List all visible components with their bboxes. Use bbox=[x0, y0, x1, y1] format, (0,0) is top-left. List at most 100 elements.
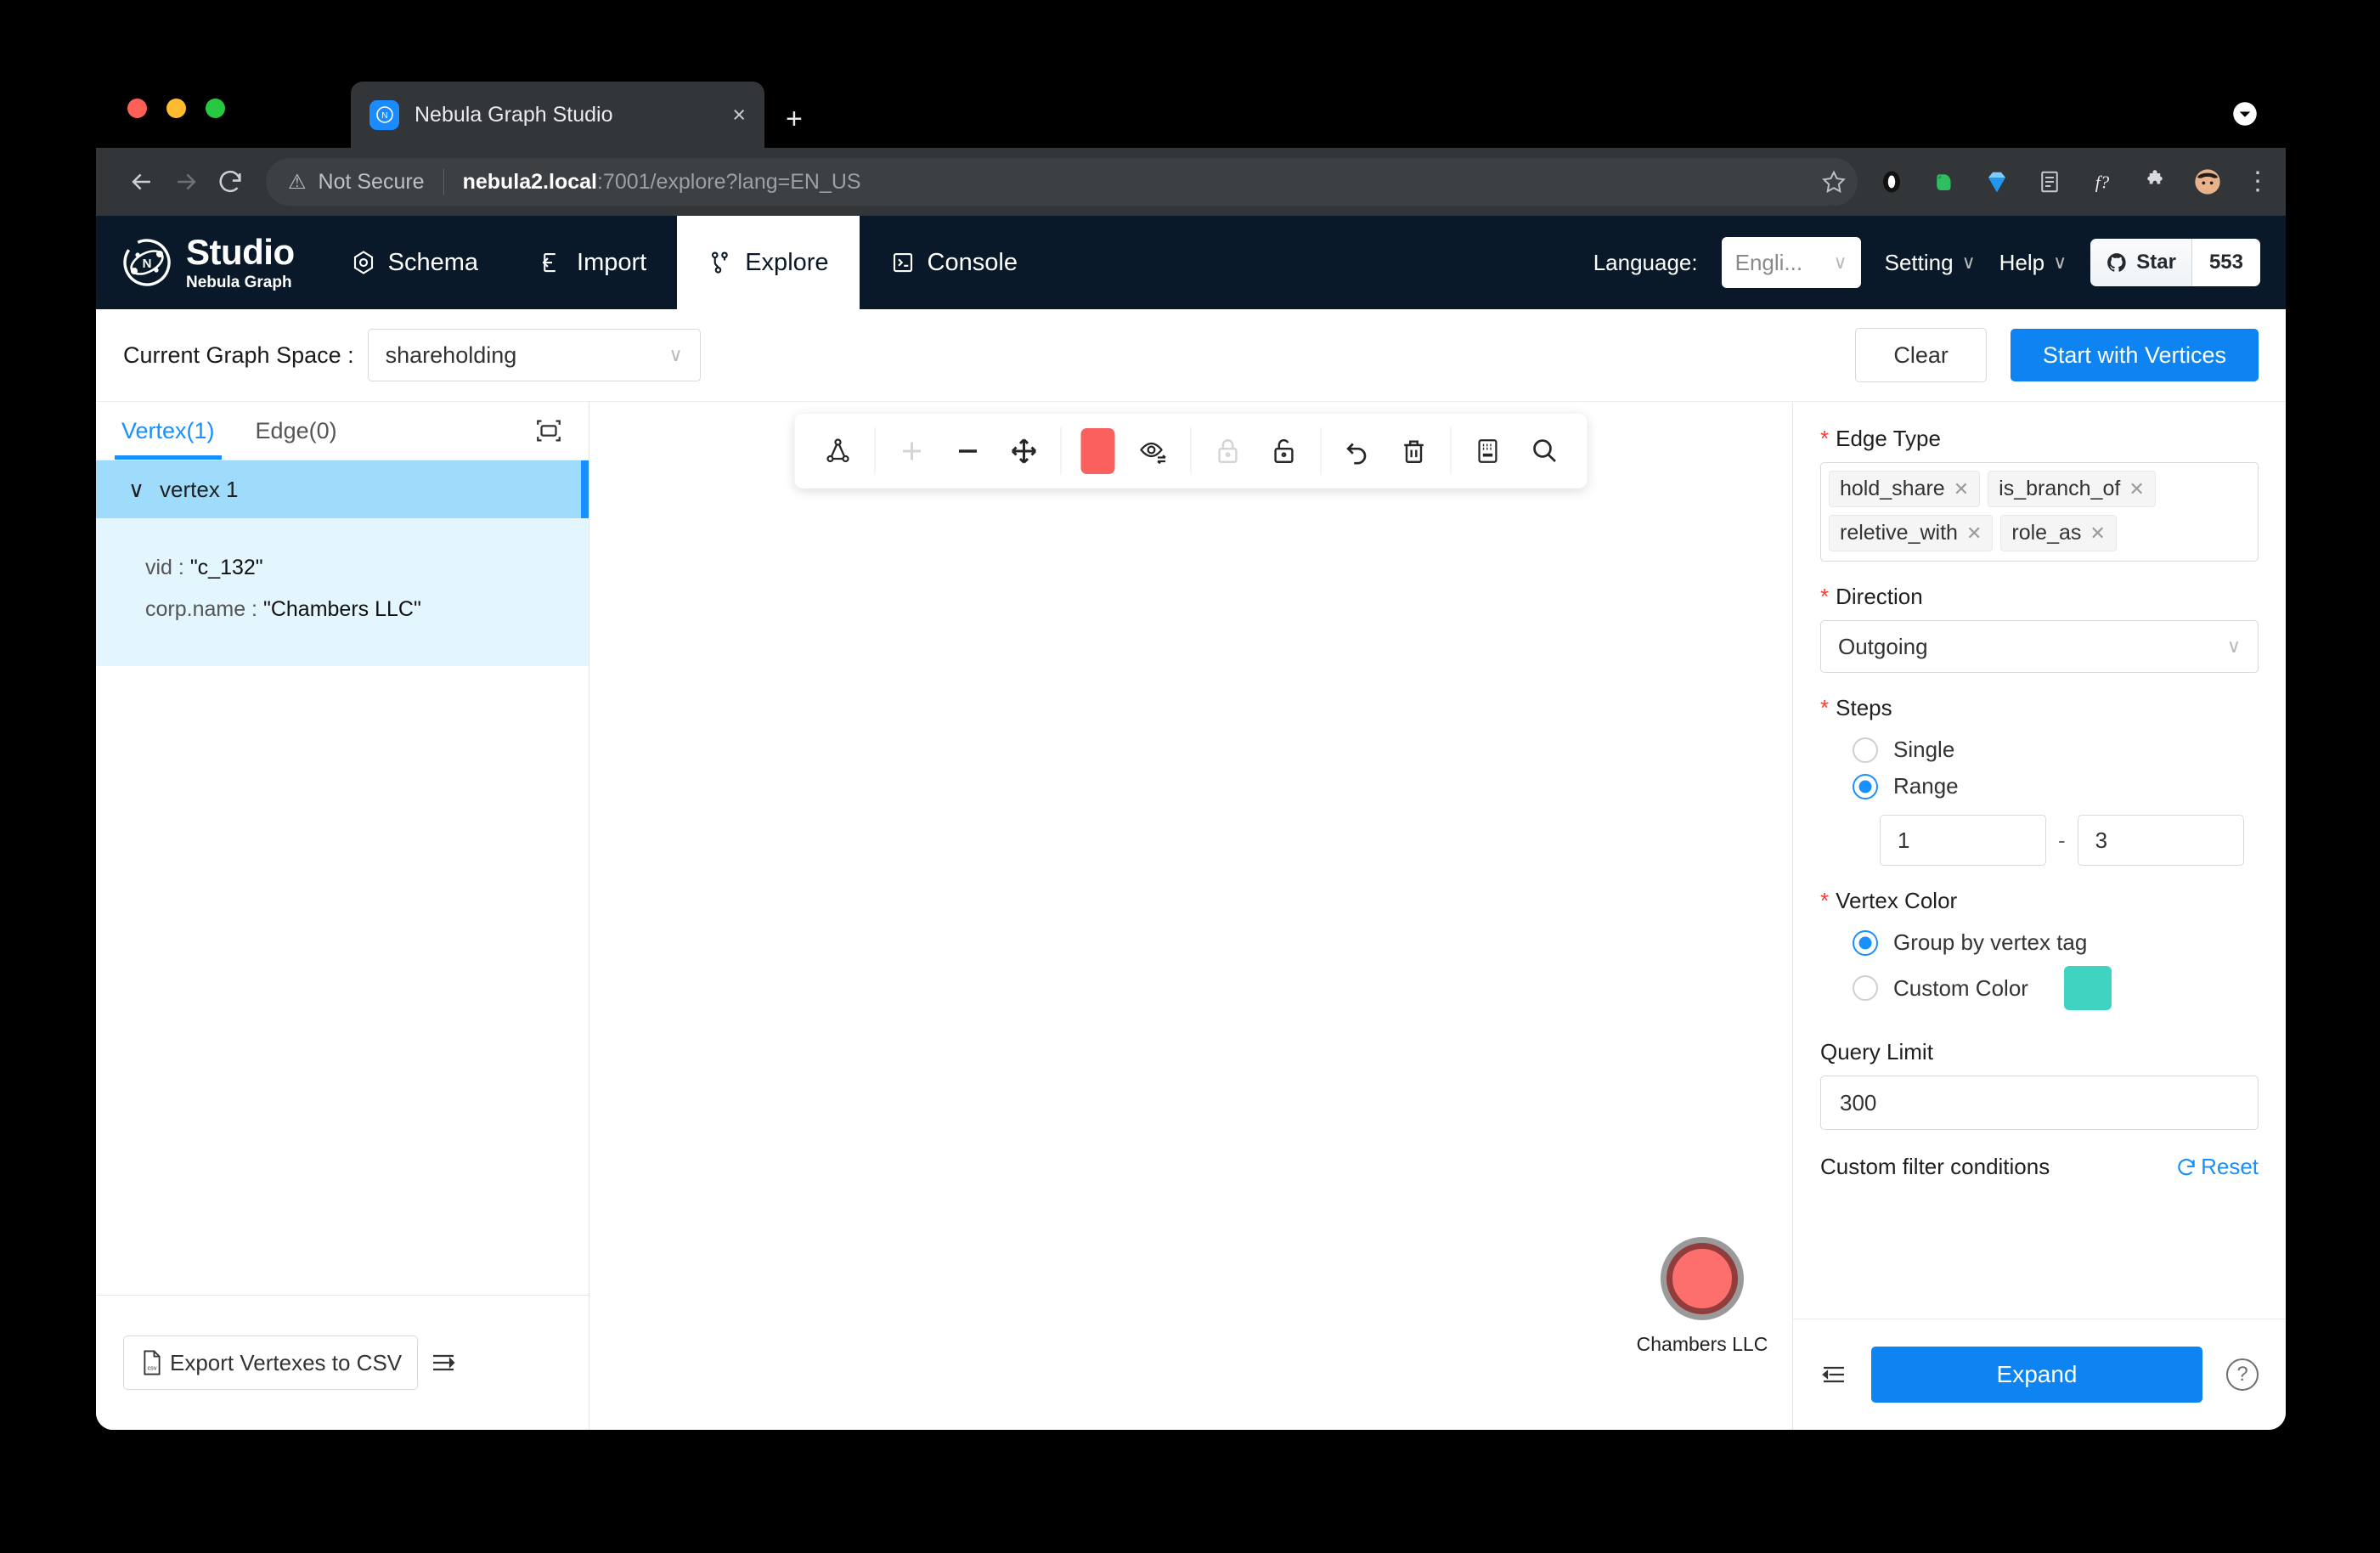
edge-type-input[interactable]: hold_share ✕ is_branch_of ✕ reletive_with ✕… bbox=[1820, 462, 2259, 562]
chevron-down-icon[interactable] bbox=[2232, 101, 2258, 127]
language-select[interactable]: Engli... ∨ bbox=[1721, 237, 1861, 288]
help-menu[interactable]: Help ∨ bbox=[1999, 250, 2067, 276]
fit-to-screen-icon[interactable] bbox=[534, 416, 563, 445]
help-icon[interactable]: ? bbox=[2226, 1358, 2259, 1391]
property-value: "c_132" bbox=[189, 556, 263, 579]
chevron-down-icon: ∨ bbox=[1833, 251, 1847, 273]
vertex-group-header[interactable]: ∨ vertex 1 bbox=[96, 460, 589, 518]
help-label: Help bbox=[1999, 249, 2045, 275]
reload-button[interactable] bbox=[208, 160, 252, 204]
reset-button[interactable]: Reset bbox=[2175, 1154, 2259, 1180]
schema-icon bbox=[351, 250, 376, 275]
property-key: corp.name : bbox=[145, 597, 258, 621]
vertex-color-option-custom[interactable]: Custom Color bbox=[1820, 961, 2259, 1015]
bookmark-star-icon[interactable] bbox=[1810, 158, 1858, 206]
browser-tab[interactable]: N Nebula Graph Studio × bbox=[351, 82, 764, 148]
indent-icon[interactable] bbox=[1820, 1361, 1847, 1388]
direction-select[interactable]: Outgoing ∨ bbox=[1820, 620, 2259, 673]
address-bar[interactable]: ⚠ Not Secure nebula2.local:7001/explore?… bbox=[266, 158, 1851, 206]
close-icon[interactable]: ✕ bbox=[1954, 478, 1969, 500]
range-max-input[interactable]: 3 bbox=[2077, 815, 2244, 866]
svg-text:csv: csv bbox=[147, 1364, 156, 1372]
nav-item-explore[interactable]: Explore bbox=[677, 216, 860, 309]
graph-space-select[interactable]: shareholding ∨ bbox=[367, 329, 701, 381]
github-star-button[interactable]: Star bbox=[2090, 239, 2191, 286]
close-icon[interactable]: ✕ bbox=[2090, 522, 2105, 545]
forward-button[interactable] bbox=[164, 160, 208, 204]
fit-move-icon[interactable] bbox=[996, 423, 1052, 479]
close-icon[interactable]: ✕ bbox=[2129, 478, 2144, 500]
tab-edge[interactable]: Edge(0) bbox=[256, 402, 337, 460]
graph-canvas[interactable]: Chambers LLC bbox=[589, 402, 1793, 1430]
github-star-widget[interactable]: Star 553 bbox=[2090, 239, 2260, 286]
unlock-icon[interactable] bbox=[1256, 423, 1312, 479]
edge-type-tag[interactable]: hold_share ✕ bbox=[1829, 471, 1981, 507]
radio-button[interactable] bbox=[1853, 975, 1878, 1001]
export-vertexes-csv-button[interactable]: csv Export Vertexes to CSV bbox=[123, 1336, 419, 1390]
search-icon[interactable] bbox=[1516, 423, 1572, 479]
node-circle[interactable] bbox=[1667, 1243, 1738, 1314]
divider bbox=[1450, 427, 1452, 475]
color-swatch-button[interactable] bbox=[1070, 423, 1126, 479]
browser-window: N Nebula Graph Studio × + ⚠ Not Secure n… bbox=[96, 64, 2286, 1430]
nav-item-import[interactable]: Import bbox=[509, 216, 677, 309]
vertex-color-label: * Vertex Color bbox=[1820, 888, 2259, 914]
close-window-button[interactable] bbox=[127, 99, 147, 118]
range-min-input[interactable]: 1 bbox=[1880, 815, 2046, 866]
security-status-label: Not Secure bbox=[318, 169, 425, 194]
app-logo[interactable]: N Studio Nebula Graph bbox=[96, 216, 320, 309]
vertex-color-option-group[interactable]: Group by vertex tag bbox=[1820, 924, 2259, 961]
back-button[interactable] bbox=[120, 160, 164, 204]
graph-layout-icon[interactable] bbox=[810, 423, 866, 479]
maximize-window-button[interactable] bbox=[206, 99, 225, 118]
tab-vertex[interactable]: Vertex(1) bbox=[115, 402, 222, 460]
collapse-panel-icon[interactable] bbox=[430, 1349, 457, 1376]
graph-node[interactable]: Chambers LLC bbox=[1634, 1243, 1770, 1356]
zoom-in-icon[interactable] bbox=[884, 423, 940, 479]
steps-option-range[interactable]: Range bbox=[1820, 768, 2259, 805]
avatar-icon[interactable] bbox=[2192, 167, 2223, 197]
browser-menu-button[interactable]: ⋮ bbox=[2245, 169, 2270, 194]
radio-button[interactable] bbox=[1853, 737, 1878, 763]
opera-icon[interactable] bbox=[1876, 167, 1907, 197]
range-separator: - bbox=[2058, 827, 2066, 853]
edge-type-tag[interactable]: role_as ✕ bbox=[2000, 515, 2117, 551]
language-label: Language: bbox=[1593, 249, 1698, 275]
undo-icon[interactable] bbox=[1330, 423, 1386, 479]
show-hide-icon[interactable] bbox=[1126, 423, 1182, 479]
group-by-tag-label: Group by vertex tag bbox=[1893, 929, 2088, 955]
evernote-icon[interactable] bbox=[1929, 167, 1960, 197]
query-limit-input[interactable]: 300 bbox=[1820, 1076, 2259, 1130]
edge-type-label-text: Edge Type bbox=[1836, 426, 1941, 451]
radio-button[interactable] bbox=[1853, 929, 1878, 956]
radio-button[interactable] bbox=[1853, 773, 1878, 799]
divider bbox=[874, 427, 876, 475]
lock-icon[interactable] bbox=[1200, 423, 1256, 479]
minimize-window-button[interactable] bbox=[166, 99, 186, 118]
clear-button[interactable]: Clear bbox=[1855, 328, 1987, 382]
close-icon[interactable]: × bbox=[732, 103, 746, 127]
gem-icon[interactable] bbox=[1982, 167, 2012, 197]
zoom-out-icon[interactable] bbox=[940, 423, 996, 479]
keyboard-icon[interactable] bbox=[1460, 423, 1516, 479]
property-row: corp.name : "Chambers LLC" bbox=[96, 589, 589, 630]
nav-label-schema: Schema bbox=[387, 248, 479, 276]
puzzle-icon[interactable] bbox=[2140, 167, 2170, 197]
csv-file-icon: csv bbox=[139, 1349, 165, 1376]
expand-button[interactable]: Expand bbox=[1871, 1347, 2202, 1403]
setting-menu[interactable]: Setting ∨ bbox=[1885, 250, 1976, 276]
steps-option-single[interactable]: Single bbox=[1820, 731, 2259, 768]
close-icon[interactable]: ✕ bbox=[1966, 522, 1982, 545]
edge-type-tag[interactable]: is_branch_of ✕ bbox=[1988, 471, 2156, 507]
f-question-icon[interactable]: f? bbox=[2087, 167, 2118, 197]
refresh-icon bbox=[2175, 1156, 2197, 1178]
custom-color-swatch[interactable] bbox=[2063, 966, 2112, 1010]
new-tab-button[interactable]: + bbox=[786, 104, 803, 133]
edge-type-tag[interactable]: reletive_with ✕ bbox=[1829, 515, 1994, 551]
delete-icon[interactable] bbox=[1386, 423, 1442, 479]
reader-icon[interactable] bbox=[2034, 167, 2065, 197]
github-star-count[interactable]: 553 bbox=[2191, 239, 2260, 286]
nav-item-schema[interactable]: Schema bbox=[320, 216, 509, 309]
start-with-vertices-button[interactable]: Start with Vertices bbox=[2010, 329, 2259, 381]
nav-item-console[interactable]: Console bbox=[860, 216, 1048, 309]
